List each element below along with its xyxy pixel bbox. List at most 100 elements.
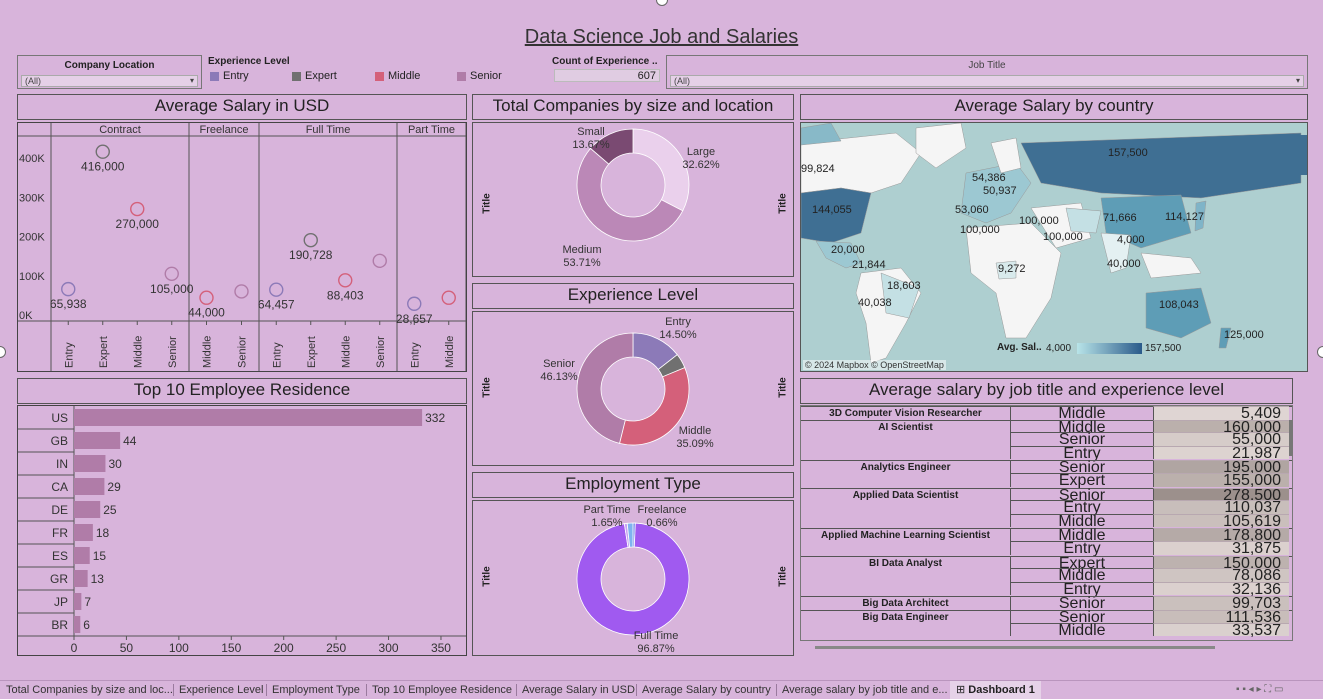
- experience-level-cell: Senior: [1010, 432, 1153, 447]
- legend-item-expert[interactable]: Expert: [292, 70, 337, 82]
- tab-dashboard-active[interactable]: ⊞ Dashboard 1: [950, 681, 1041, 699]
- job-title-cell: BI Data Analyst: [869, 557, 942, 569]
- tab-residence[interactable]: Top 10 Employee Residence: [372, 684, 512, 696]
- tab-experience[interactable]: Experience Level: [179, 684, 263, 696]
- tab-salary-usd[interactable]: Average Salary in USD: [522, 684, 635, 696]
- slice-value: 46.13%: [540, 371, 578, 383]
- experience-title: Experience Level: [472, 283, 794, 309]
- resize-handle-right[interactable]: [1317, 346, 1323, 358]
- scatter-point: [199, 290, 214, 305]
- x-tick-label: 200: [274, 641, 294, 655]
- job-title-select[interactable]: (All) ▾: [670, 75, 1304, 87]
- table-row[interactable]: Middle 33,537: [801, 622, 1292, 638]
- x-tick-label: Middle: [202, 336, 214, 368]
- map-label-italy: 100,000: [960, 224, 1000, 236]
- table-row[interactable]: AI Scientist Middle 160,000: [801, 419, 1292, 435]
- scatter-point: [303, 232, 318, 248]
- x-tick-label: Entry: [63, 342, 75, 368]
- scatter-point: [269, 282, 284, 297]
- chevron-down-icon: ▾: [1295, 76, 1300, 85]
- residence-panel: US 332 GB 44 IN 30 CA 29 DE 25 FR 18 ES 15 GR 13 JP 7 BR 6 0…: [17, 405, 467, 656]
- table-row[interactable]: Middle 105,619: [801, 514, 1292, 529]
- legend-label-expert: Expert: [305, 70, 337, 82]
- count-experience-filter[interactable]: Count of Experience .. 607: [552, 55, 660, 85]
- tab-country[interactable]: Average Salary by country: [642, 684, 771, 696]
- table-row[interactable]: Analytics Engineer Senior 195,000: [801, 460, 1292, 476]
- salary-value-cell: 33,537: [1153, 622, 1289, 638]
- company-location-label: Company Location: [64, 60, 155, 71]
- slice-value: 53.71%: [563, 257, 601, 269]
- table-row[interactable]: 3D Computer Vision Researcher Middle 5,409: [801, 406, 1292, 421]
- salary-value-cell: 31,875: [1153, 541, 1289, 556]
- companies-donut-chart: Large32.62% Medium53.71% Small13.67%: [562, 126, 719, 269]
- table-row[interactable]: BI Data Analyst Expert 150,000: [801, 555, 1292, 571]
- map-label-chile: 40,038: [858, 297, 892, 309]
- tab-dashboard-label: Dashboard 1: [968, 684, 1035, 696]
- company-location-select[interactable]: (All) ▾: [21, 75, 198, 87]
- table-row[interactable]: Big Data Engineer Senior 111,536: [801, 610, 1292, 625]
- table-row[interactable]: Entry 21,987: [801, 446, 1292, 461]
- table-row[interactable]: Senior 55,000: [801, 432, 1292, 447]
- legend-item-entry[interactable]: Entry: [210, 70, 249, 82]
- tab-separator: [366, 684, 367, 696]
- experience-donut-chart: Entry14.50% Middle35.09% Senior46.13%: [540, 316, 714, 450]
- x-tick-label: Senior: [237, 336, 249, 368]
- map-label-vietnam: 4,000: [1117, 234, 1145, 246]
- resize-handle-top[interactable]: [656, 0, 668, 6]
- horizontal-scrollbar[interactable]: [815, 646, 1215, 649]
- table-row[interactable]: Expert 155,000: [801, 473, 1292, 488]
- map-label-malaysia: 40,000: [1107, 258, 1141, 270]
- experience-level-cell: Entry: [1010, 541, 1153, 556]
- point-label: 105,000: [150, 282, 194, 296]
- company-location-filter[interactable]: Company Location (All) ▾: [17, 55, 202, 89]
- job-title-table: 3D Computer Vision Researcher Middle 5,409…: [801, 406, 1292, 640]
- x-tick-label: 0: [71, 641, 78, 655]
- salary-value-cell: 55,000: [1153, 432, 1289, 447]
- point-label: 88,403: [327, 288, 364, 302]
- bar: [74, 570, 88, 587]
- point-label: 416,000: [81, 160, 125, 174]
- x-tick-label: Middle: [132, 336, 144, 368]
- map-label-brazil: 18,603: [887, 280, 921, 292]
- map-label-australia: 108,043: [1159, 299, 1199, 311]
- x-tick-label: Senior: [167, 336, 179, 368]
- experience-level-cell: Middle: [1010, 514, 1153, 529]
- table-row[interactable]: Applied Machine Learning Scientist Middle…: [801, 528, 1292, 544]
- slice-label: Large: [687, 146, 715, 158]
- tab-job-title[interactable]: Average salary by job title and e...: [782, 684, 948, 696]
- legend-item-senior[interactable]: Senior: [457, 70, 502, 82]
- map-label-canada: 99,824: [801, 163, 835, 175]
- map-label-colombia: 21,844: [852, 259, 886, 271]
- chevron-down-icon: ▾: [189, 76, 194, 85]
- tab-companies[interactable]: Total Companies by size and loc...: [6, 684, 173, 696]
- slice-label: Senior: [543, 358, 575, 370]
- experience-legend-title: Experience Level: [208, 56, 290, 67]
- table-row[interactable]: Big Data Architect Senior 99,703: [801, 596, 1292, 612]
- scatter-point: [234, 284, 249, 299]
- job-title-cell: Big Data Architect: [862, 598, 949, 610]
- x-tick-label: 250: [326, 641, 346, 655]
- map-label-usa: 144,055: [812, 204, 852, 216]
- table-row[interactable]: Entry 110,037: [801, 500, 1292, 515]
- vertical-scrollbar[interactable]: [1289, 420, 1292, 456]
- job-title-filter[interactable]: Job Title (All) ▾: [666, 55, 1308, 89]
- sheet-nav-icons[interactable]: ▪ ▪ ◂ ▸ ⛶ ▭: [1236, 684, 1283, 695]
- companies-panel: Title Title Large 32.62% Medium 53.71% Small…: [472, 122, 794, 277]
- table-row[interactable]: Entry 31,875: [801, 541, 1292, 556]
- bar-value-label: 30: [108, 457, 122, 471]
- dashboard-grid-icon: ⊞: [956, 684, 969, 696]
- tab-employment[interactable]: Employment Type: [272, 684, 360, 696]
- table-row[interactable]: Entry 32,136: [801, 582, 1292, 597]
- map-legend-title: Avg. Sal..: [997, 342, 1042, 353]
- job-table-panel[interactable]: 3D Computer Vision Researcher Middle 5,409…: [800, 405, 1293, 641]
- bar-category-label: ES: [52, 549, 68, 563]
- job-title-cell: Applied Data Scientist: [852, 489, 959, 501]
- resize-handle-left[interactable]: [0, 346, 6, 358]
- country-map-panel[interactable]: 157,500 99,824 54,386 50,937 144,055 53,…: [800, 122, 1308, 372]
- legend-item-middle[interactable]: Middle: [375, 70, 420, 82]
- bar-value-label: 6: [83, 618, 90, 632]
- table-row[interactable]: Middle 78,086: [801, 568, 1292, 583]
- x-tick-label: Expert: [98, 336, 110, 368]
- job-title-cell: AI Scientist: [878, 421, 933, 433]
- table-row[interactable]: Applied Data Scientist Senior 278,500: [801, 487, 1292, 503]
